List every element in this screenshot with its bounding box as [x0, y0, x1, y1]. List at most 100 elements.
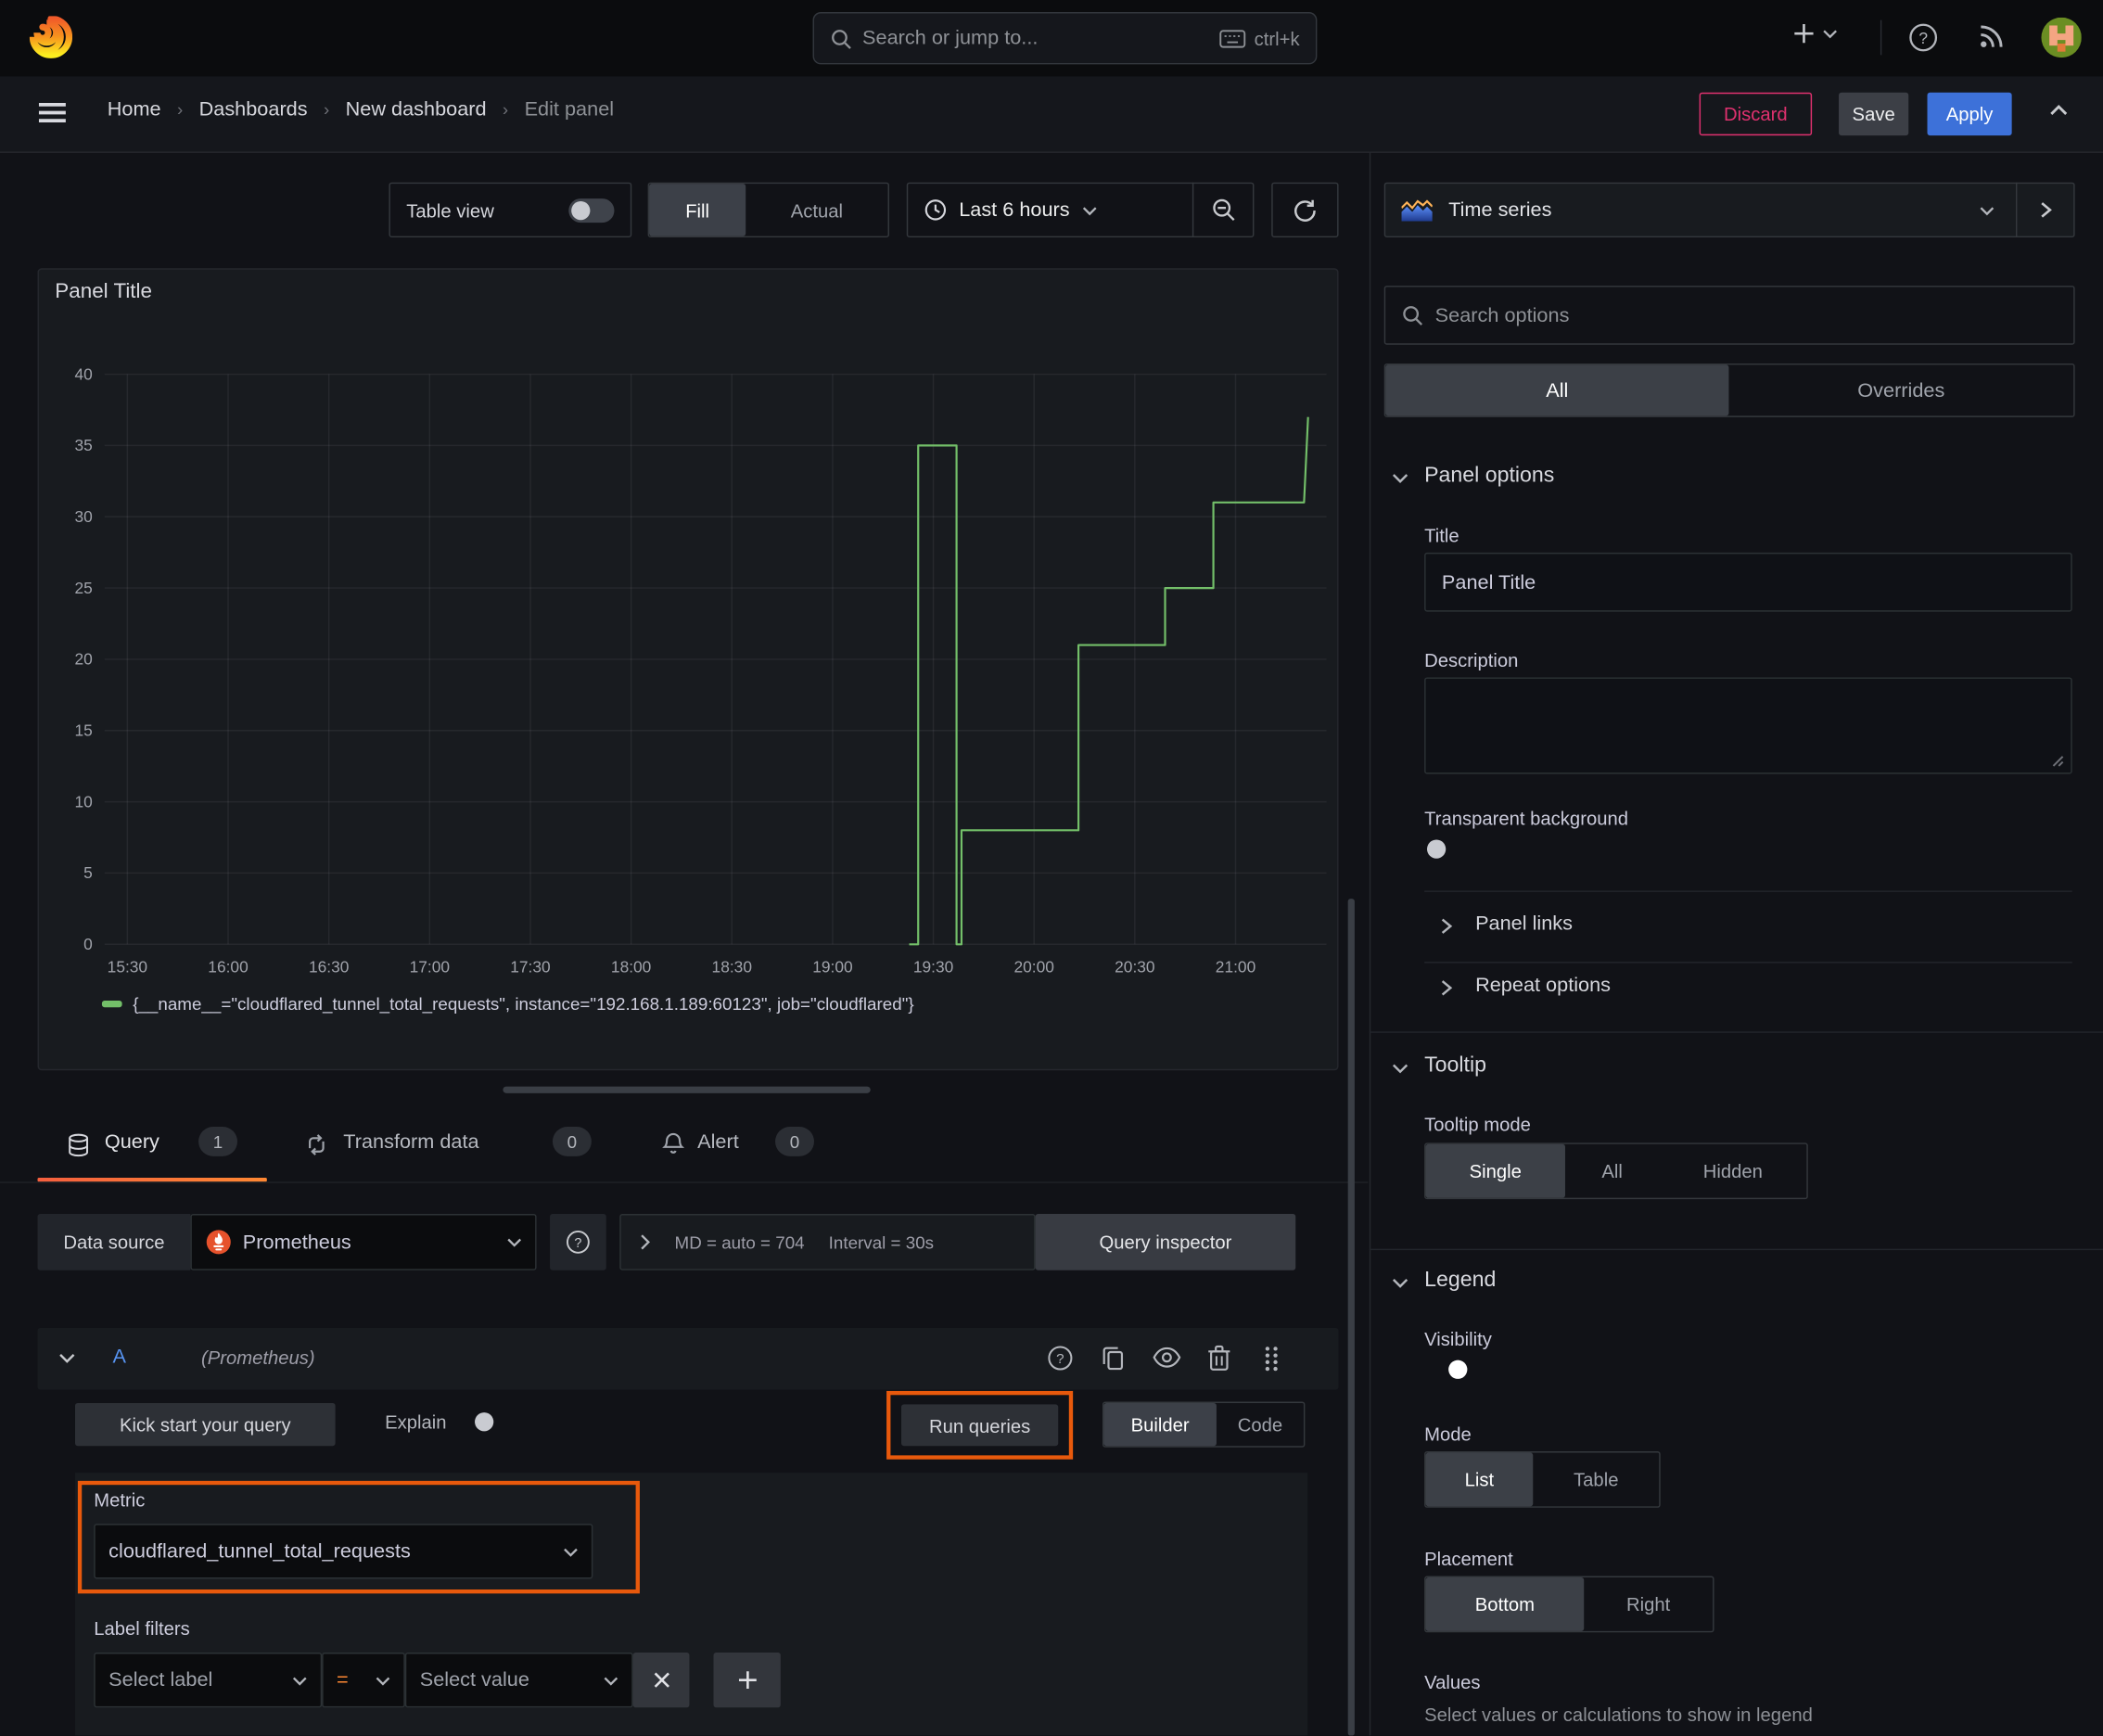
chevron-down-icon: [563, 1546, 578, 1557]
legend-header[interactable]: Legend: [1424, 1269, 1496, 1293]
tooltip-mode-all[interactable]: All: [1565, 1144, 1659, 1198]
discard-button[interactable]: Discard: [1699, 92, 1813, 136]
expand-viz-suggestions-button[interactable]: [2017, 184, 2073, 236]
placement-right[interactable]: Right: [1584, 1577, 1713, 1631]
svg-text:15:30: 15:30: [108, 958, 147, 976]
chevron-down-icon: [1980, 205, 1995, 216]
breadcrumb-separator: ›: [323, 99, 330, 120]
values-label: Values: [1424, 1671, 1481, 1693]
menu-hamburger-button[interactable]: [37, 100, 67, 124]
data-source-help-button[interactable]: ?: [550, 1214, 606, 1270]
panel-links-section[interactable]: Panel links: [1475, 913, 1573, 936]
table-view-toggle[interactable]: [568, 198, 615, 223]
chevron-down-icon: [376, 1675, 390, 1686]
divider: [1424, 890, 2072, 892]
save-button[interactable]: Save: [1839, 92, 1909, 136]
collapse-options-pane-button[interactable]: [2049, 103, 2068, 116]
operator-dropdown[interactable]: =: [322, 1652, 405, 1708]
query-ref-id: A: [112, 1345, 126, 1369]
tooltip-mode-single[interactable]: Single: [1425, 1143, 1565, 1198]
hide-query-eye-icon[interactable]: [1152, 1347, 1181, 1368]
metric-select[interactable]: cloudflared_tunnel_total_requests: [94, 1524, 593, 1579]
actual-option[interactable]: Actual: [746, 184, 887, 236]
query-help-icon[interactable]: ?: [1046, 1344, 1074, 1372]
placement-bottom[interactable]: Bottom: [1425, 1576, 1585, 1631]
panel-title-input[interactable]: Panel Title: [1424, 552, 2072, 612]
tab-all[interactable]: All: [1385, 364, 1729, 416]
select-value-dropdown[interactable]: Select value: [404, 1652, 633, 1708]
repeat-options-section[interactable]: Repeat options: [1475, 974, 1611, 997]
global-search-input[interactable]: Search or jump to... ctrl+k: [812, 12, 1318, 65]
section-divider: [1369, 1248, 2103, 1251]
remove-filter-button[interactable]: [632, 1652, 690, 1708]
duplicate-query-icon[interactable]: [1100, 1344, 1127, 1372]
data-source-picker[interactable]: Prometheus: [190, 1214, 537, 1270]
chevron-down-icon[interactable]: [1392, 1063, 1408, 1075]
code-option[interactable]: Code: [1217, 1403, 1304, 1446]
fill-option[interactable]: Fill: [649, 184, 746, 236]
breadcrumb-dashboards[interactable]: Dashboards: [199, 98, 308, 121]
tooltip-header[interactable]: Tooltip: [1424, 1054, 1486, 1079]
tab-query[interactable]: Query: [105, 1130, 159, 1154]
chevron-right-icon[interactable]: [1440, 917, 1453, 935]
breadcrumb-new-dashboard[interactable]: New dashboard: [346, 98, 487, 121]
breadcrumb-separator: ›: [176, 99, 184, 120]
legend-mode-list[interactable]: List: [1425, 1452, 1534, 1507]
add-filter-button[interactable]: [713, 1652, 781, 1708]
delete-query-trash-icon[interactable]: [1207, 1344, 1231, 1372]
collapse-query-chevron-icon[interactable]: [59, 1352, 75, 1364]
description-textarea[interactable]: [1424, 677, 2072, 774]
options-filter-tabs: All Overrides: [1383, 363, 2075, 417]
time-range-picker[interactable]: Last 6 hours: [908, 184, 1192, 236]
run-queries-button[interactable]: Run queries: [900, 1404, 1059, 1447]
horizontal-scrollbar[interactable]: [503, 1086, 871, 1093]
tooltip-mode-hidden[interactable]: Hidden: [1659, 1144, 1806, 1198]
svg-text:16:30: 16:30: [309, 958, 349, 976]
panel-title[interactable]: Panel Title: [55, 280, 152, 304]
refresh-button[interactable]: [1271, 182, 1339, 238]
builder-code-switch: Builder Code: [1102, 1401, 1306, 1448]
svg-text:18:30: 18:30: [712, 958, 752, 976]
svg-text:10: 10: [75, 792, 93, 811]
select-label-dropdown[interactable]: Select label: [94, 1652, 323, 1708]
tab-alert[interactable]: Alert: [697, 1130, 739, 1154]
data-source-value: Prometheus: [242, 1231, 351, 1254]
tab-transform-data[interactable]: Transform data: [343, 1130, 478, 1154]
visualization-value: Time series: [1448, 198, 1552, 222]
kick-start-query-button[interactable]: Kick start your query: [74, 1402, 336, 1447]
user-avatar[interactable]: [2041, 17, 2082, 58]
query-row-header[interactable]: A (Prometheus) ?: [37, 1327, 1339, 1390]
chevron-down-icon[interactable]: [1392, 1277, 1408, 1289]
svg-text:20: 20: [75, 650, 93, 669]
section-divider: [1369, 1031, 2103, 1033]
values-hint: Select values or calculations to show in…: [1424, 1703, 1813, 1726]
svg-text:19:00: 19:00: [812, 958, 852, 976]
legend-placement-switch: Bottom Right: [1424, 1576, 1714, 1633]
search-options-input[interactable]: Search options: [1383, 286, 2075, 345]
svg-text:18:00: 18:00: [611, 958, 651, 976]
svg-text:0: 0: [83, 935, 93, 953]
help-button[interactable]: ?: [1907, 21, 1940, 54]
news-rss-button[interactable]: [1977, 21, 2007, 51]
divider: [1424, 962, 2072, 964]
drag-handle-icon[interactable]: [1264, 1346, 1280, 1372]
chevron-right-icon[interactable]: [1440, 979, 1453, 997]
legend-mode-table[interactable]: Table: [1533, 1452, 1659, 1506]
zoom-out-time-button[interactable]: [1193, 184, 1253, 236]
legend-item[interactable]: {__name__="cloudflared_tunnel_total_requ…: [101, 994, 914, 1014]
breadcrumb-home[interactable]: Home: [108, 98, 161, 121]
panel-options-header[interactable]: Panel options: [1424, 464, 1554, 488]
query-inspector-button[interactable]: Query inspector: [1035, 1214, 1296, 1270]
vertical-scrollbar[interactable]: [1347, 899, 1355, 1736]
grafana-logo-icon[interactable]: [29, 16, 73, 58]
chevron-down-icon[interactable]: [1392, 472, 1408, 484]
tab-overrides[interactable]: Overrides: [1728, 364, 2073, 415]
builder-option[interactable]: Builder: [1103, 1402, 1217, 1447]
visualization-picker[interactable]: Time series: [1383, 182, 2075, 238]
add-new-button[interactable]: [1791, 21, 1837, 45]
tabs-bottom-border: [0, 1181, 1369, 1183]
bell-icon: [662, 1132, 684, 1156]
query-options-row[interactable]: MD = auto = 704 Interval = 30s: [619, 1214, 1036, 1270]
svg-text:20:00: 20:00: [1014, 958, 1054, 976]
apply-button[interactable]: Apply: [1927, 92, 2012, 136]
